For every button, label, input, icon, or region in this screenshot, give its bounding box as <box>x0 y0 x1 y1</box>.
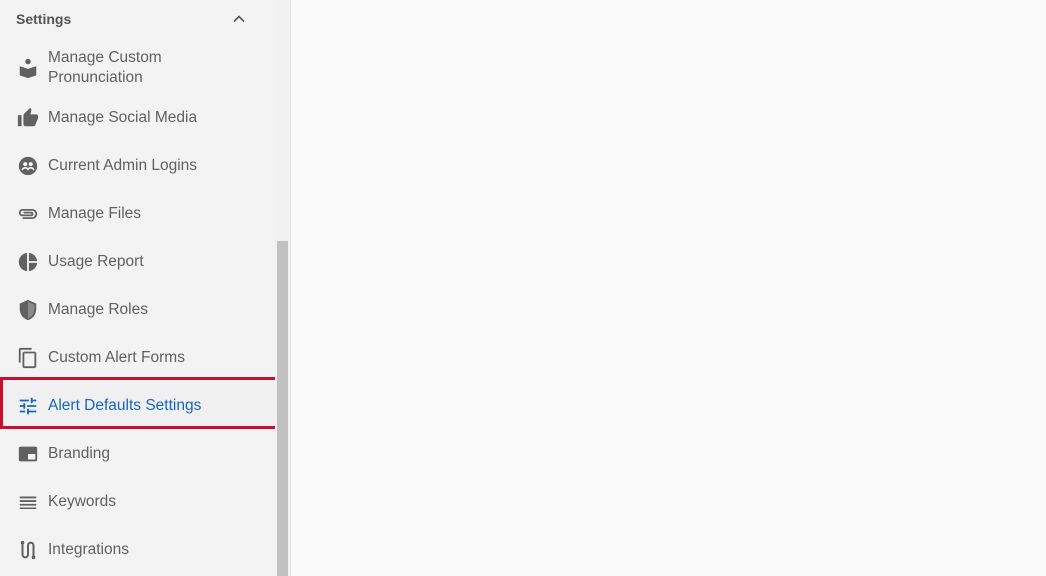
sidebar-item-label: Manage Custom Pronunciation <box>48 49 162 86</box>
sidebar-item-manage-social-media[interactable]: Manage Social Media <box>0 94 275 142</box>
sidebar-item-label: Manage Roles <box>48 301 148 318</box>
sidebar-item-label: Keywords <box>48 493 117 510</box>
sidebar-item-label: Manage Social Media <box>48 109 198 126</box>
chevron-up-icon[interactable] <box>229 9 249 29</box>
shield-icon <box>16 298 40 322</box>
thumbs-up-icon <box>16 106 40 130</box>
book-reader-icon <box>16 56 40 80</box>
sidebar-item-current-admin-logins[interactable]: Current Admin Logins <box>0 142 275 190</box>
sidebar-item-branding[interactable]: Branding <box>0 430 275 478</box>
sidebar-item-label: Branding <box>48 445 111 462</box>
paperclip-icon <box>16 202 40 226</box>
sidebar-item-usage-report[interactable]: Usage Report <box>0 238 275 286</box>
sidebar-item-label: Integrations <box>48 541 129 558</box>
settings-section-header[interactable]: Settings <box>0 0 275 38</box>
sidebar-item-keywords[interactable]: Keywords <box>0 478 275 526</box>
sidebar-item-alert-defaults-settings[interactable]: Alert Defaults Settings <box>0 382 275 430</box>
section-title: Settings <box>16 11 72 27</box>
pie-chart-icon <box>16 250 40 274</box>
sidebar-item-label: Alert Defaults Settings <box>48 397 202 414</box>
copy-icon <box>16 346 40 370</box>
sidebar: Settings Manage Custom Pronunciation Man… <box>0 0 275 576</box>
route-icon <box>16 538 40 562</box>
sidebar-item-manage-files[interactable]: Manage Files <box>0 190 275 238</box>
sidebar-item-manage-custom-pronunciation[interactable]: Manage Custom Pronunciation <box>0 42 275 94</box>
sliders-icon <box>16 394 40 418</box>
users-circle-icon <box>16 154 40 178</box>
sidebar-item-label: Usage Report <box>48 253 144 270</box>
sidebar-item-integrations[interactable]: Integrations <box>0 526 275 574</box>
sidebar-item-label: Custom Alert Forms <box>48 349 185 366</box>
sidebar-item-label: Current Admin Logins <box>48 157 198 174</box>
sidebar-item-manage-roles[interactable]: Manage Roles <box>0 286 275 334</box>
list-icon <box>16 490 40 514</box>
branding-icon <box>16 442 40 466</box>
settings-menu: Manage Custom Pronunciation Manage Socia… <box>0 42 275 574</box>
sidebar-item-label: Manage Files <box>48 205 142 222</box>
scrollbar-thumb[interactable] <box>277 241 288 576</box>
sidebar-item-custom-alert-forms[interactable]: Custom Alert Forms <box>0 334 275 382</box>
sidebar-scrollbar[interactable] <box>275 0 291 576</box>
main-content <box>292 0 1046 576</box>
